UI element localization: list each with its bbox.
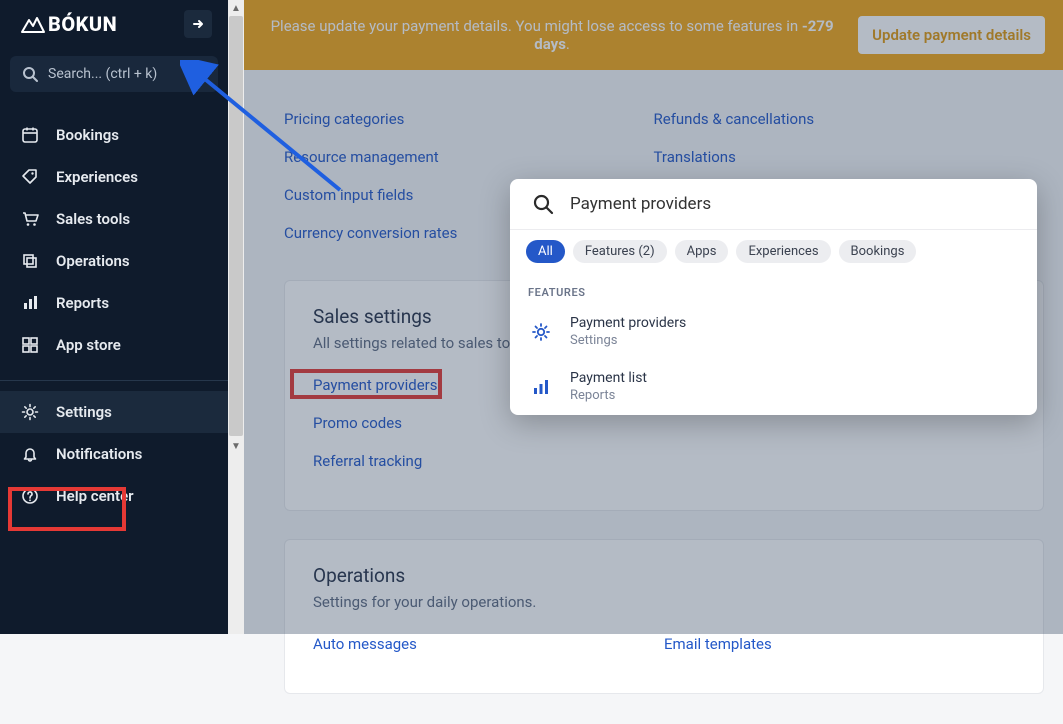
chip-features[interactable]: Features (2) (573, 240, 667, 263)
gear-icon (20, 403, 40, 421)
sidebar-item-notifications[interactable]: Notifications (0, 433, 228, 475)
sidebar-item-label: App store (56, 336, 121, 354)
bell-icon (20, 445, 40, 463)
nav-divider (0, 380, 228, 381)
search-icon (532, 193, 554, 215)
scroll-down-arrow-icon[interactable]: ▼ (229, 439, 243, 453)
result-title: Payment list (570, 370, 647, 386)
search-placeholder: Search... (ctrl + k) (48, 66, 157, 82)
result-subtitle: Settings (570, 333, 686, 348)
tag-icon (20, 168, 40, 186)
sidebar-item-label: Bookings (56, 126, 119, 144)
scroll-up-arrow-icon[interactable]: ▲ (229, 1, 243, 15)
result-title: Payment providers (570, 315, 686, 331)
chip-all[interactable]: All (526, 240, 565, 263)
global-search-input[interactable]: Search... (ctrl + k) (10, 56, 218, 92)
popup-search-input[interactable] (570, 194, 1015, 214)
collapse-sidebar-button[interactable] (184, 10, 212, 38)
chip-apps[interactable]: Apps (675, 240, 729, 263)
filter-chips: All Features (2) Apps Experiences Bookin… (510, 230, 1037, 274)
help-icon (20, 487, 40, 505)
sidebar-item-label: Notifications (56, 445, 142, 463)
popup-search-row (510, 179, 1037, 230)
bar-chart-icon (528, 374, 554, 400)
arrow-right-icon (191, 17, 205, 31)
sidebar-item-settings[interactable]: Settings (0, 391, 228, 433)
result-subtitle: Reports (570, 388, 647, 403)
bar-chart-icon (20, 294, 40, 312)
chip-bookings[interactable]: Bookings (839, 240, 917, 263)
result-payment-list[interactable]: Payment list Reports (510, 360, 1037, 415)
brand-logo: BÓKUN (20, 12, 117, 36)
sidebar-item-sales-tools[interactable]: Sales tools (0, 198, 228, 240)
gear-icon (528, 319, 554, 345)
sidebar-item-label: Sales tools (56, 210, 130, 228)
sidebar-item-experiences[interactable]: Experiences (0, 156, 228, 198)
brand-name: BÓKUN (48, 12, 117, 36)
sidebar-item-label: Experiences (56, 168, 138, 186)
sidebar-item-operations[interactable]: Operations (0, 240, 228, 282)
search-icon (22, 66, 38, 82)
sidebar-item-bookings[interactable]: Bookings (0, 114, 228, 156)
calendar-icon (20, 126, 40, 144)
sidebar-item-label: Help center (56, 487, 134, 505)
sidebar-item-reports[interactable]: Reports (0, 282, 228, 324)
results-group-label: FEATURES (510, 274, 1037, 305)
sidebar-item-label: Settings (56, 403, 112, 421)
primary-nav: Bookings Experiences Sales tools Operati… (0, 110, 228, 521)
grid-icon (20, 336, 40, 354)
sidebar-item-label: Operations (56, 252, 130, 270)
sidebar: BÓKUN Search... (ctrl + k) Bookings Expe… (0, 0, 228, 634)
sidebar-item-label: Reports (56, 294, 109, 312)
scrollbar-thumb[interactable] (229, 16, 243, 436)
chip-experiences[interactable]: Experiences (736, 240, 830, 263)
search-popup: All Features (2) Apps Experiences Bookin… (510, 179, 1037, 415)
cart-icon (20, 210, 40, 228)
copy-icon (20, 252, 40, 270)
sidebar-item-app-store[interactable]: App store (0, 324, 228, 366)
mountain-icon (20, 14, 46, 34)
sidebar-item-help-center[interactable]: Help center (0, 475, 228, 517)
sidebar-header: BÓKUN (0, 0, 228, 50)
result-payment-providers[interactable]: Payment providers Settings (510, 305, 1037, 360)
